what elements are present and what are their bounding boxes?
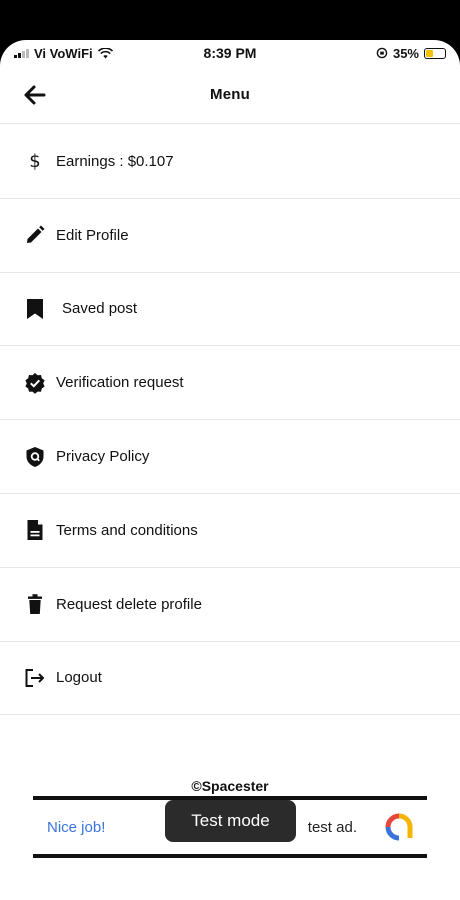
cellular-signal-icon: [14, 48, 29, 58]
menu-item-label: Verification request: [56, 374, 184, 392]
dollar-icon: $: [24, 150, 46, 172]
menu-item-logout[interactable]: Logout: [0, 642, 460, 716]
menu-item-privacy-policy[interactable]: Privacy Policy: [0, 420, 460, 494]
menu-item-label: Request delete profile: [56, 595, 202, 613]
menu-list: $ Earnings : $0.107 Edit Profile Saved p…: [0, 125, 460, 716]
app-screen: Vi VoWiFi 8:39 PM 35% Menu $ Earnings: …: [0, 40, 460, 900]
battery-percent: 35%: [392, 45, 419, 61]
copyright-text: ©Spacester: [191, 778, 269, 794]
shield-icon: [24, 446, 46, 468]
wifi-icon: [97, 47, 113, 58]
svg-text:$: $: [29, 151, 40, 172]
logout-icon: [24, 667, 46, 689]
verified-badge-icon: [24, 372, 46, 394]
menu-item-label: Saved post: [62, 300, 138, 318]
document-icon: [24, 519, 46, 541]
test-mode-toast: Test mode: [165, 800, 296, 842]
status-bar: Vi VoWiFi 8:39 PM 35%: [0, 40, 460, 66]
back-button[interactable]: [20, 80, 50, 110]
menu-item-terms[interactable]: Terms and conditions: [0, 494, 460, 568]
app-header: Menu: [0, 66, 460, 124]
pencil-icon: [24, 224, 46, 246]
menu-item-label: Logout: [56, 669, 102, 687]
ad-network-logo-icon: [385, 813, 413, 841]
menu-item-delete-profile[interactable]: Request delete profile: [0, 568, 460, 642]
menu-item-edit-profile[interactable]: Edit Profile: [0, 199, 460, 273]
trash-icon: [24, 593, 46, 615]
page-title: Menu: [210, 86, 250, 103]
battery-icon: [424, 47, 446, 59]
menu-item-saved-post[interactable]: Saved post: [0, 273, 460, 347]
menu-item-label: Earnings : $0.107: [56, 152, 174, 170]
ad-nice-job-text: Nice job!: [47, 818, 106, 836]
ad-test-text: test ad.: [307, 818, 357, 836]
bookmark-icon: [24, 298, 46, 320]
orientation-lock-icon: [376, 47, 388, 59]
menu-item-earnings[interactable]: $ Earnings : $0.107: [0, 125, 460, 199]
arrow-left-icon: [24, 85, 46, 105]
carrier-label: Vi VoWiFi: [34, 45, 93, 61]
menu-item-label: Privacy Policy: [56, 448, 150, 466]
menu-item-label: Edit Profile: [56, 226, 129, 244]
menu-item-label: Terms and conditions: [56, 521, 198, 539]
menu-item-verification-request[interactable]: Verification request: [0, 346, 460, 421]
